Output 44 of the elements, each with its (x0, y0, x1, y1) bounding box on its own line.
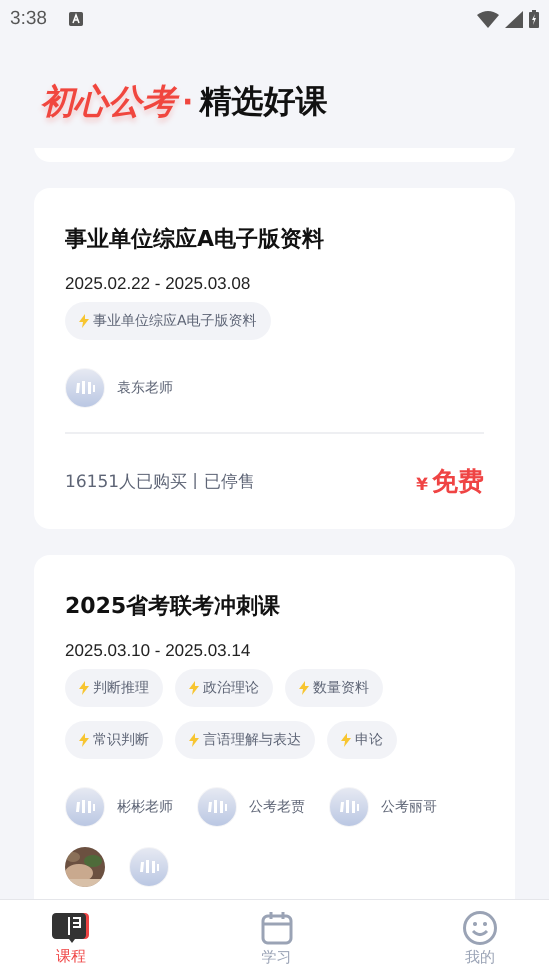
tag-label: 言语理解与表达 (203, 731, 301, 749)
avatar-logo-icon (197, 787, 237, 827)
tag-label: 事业单位综应A电子版资料 (93, 312, 257, 330)
course-card[interactable]: 事业单位综应A电子版资料 2025.02.22 - 2025.03.08 事业单位综应A电子版资料 袁东老师 16151人已购买丨已停售 ¥免费 (34, 188, 515, 529)
lightning-icon (79, 314, 89, 328)
teacher-name: 公考丽哥 (381, 798, 437, 816)
calendar-icon (260, 910, 292, 944)
avatar-logo-icon (65, 787, 105, 827)
wifi-icon (477, 10, 499, 28)
lightning-icon (79, 681, 89, 695)
teacher-name: 公考老贾 (249, 798, 305, 816)
course-dates: 2025.02.22 - 2025.03.08 (65, 274, 252, 294)
course-card[interactable]: 2025省考联考冲刺课 2025.03.10 - 2025.03.14 判断推理 政治理论 数量资料 常识判断 言语理解与表达 申论 彬彬老师 公考老贾 公考丽哥 (34, 555, 515, 899)
tag-label: 常识判断 (93, 731, 149, 749)
lightning-icon (341, 733, 351, 747)
tab-bar-item[interactable]: 我的 (451, 900, 509, 977)
lightning-icon (299, 681, 309, 695)
tag-label: 政治理论 (203, 679, 259, 697)
tag-label: 判断推理 (93, 679, 149, 697)
page-title: 精选好课 (199, 81, 328, 122)
battery-icon (529, 10, 539, 28)
avatar-logo-icon (65, 368, 105, 408)
lightning-icon (189, 681, 199, 695)
course-title: 事业单位综应A电子版资料 (65, 226, 326, 254)
keyboard-icon (68, 12, 83, 26)
book-icon (52, 912, 90, 944)
avatar-logo-icon (329, 787, 369, 827)
tab-bar-item[interactable]: 学习 (248, 900, 304, 977)
lightning-icon (189, 733, 199, 747)
teacher-name: 袁东老师 (117, 379, 173, 397)
smiley-icon (463, 910, 497, 944)
tab-bar-item[interactable]: 课程 (40, 900, 102, 977)
lightning-icon (79, 733, 89, 747)
title-dot: · (182, 84, 194, 120)
signal-icon (505, 10, 523, 28)
status-time: 3:38 (10, 8, 47, 30)
price: ¥免费 (416, 466, 484, 499)
teacher-name: 彬彬老师 (117, 798, 173, 816)
course-dates: 2025.03.10 - 2025.03.14 (65, 641, 252, 661)
sales-status: 16151人已购买丨已停售 (65, 471, 256, 493)
tag-label: 数量资料 (313, 679, 369, 697)
tag-label: 申论 (355, 731, 383, 749)
course-title: 2025省考联考冲刺课 (65, 593, 282, 621)
avatar-logo-icon (129, 847, 169, 887)
